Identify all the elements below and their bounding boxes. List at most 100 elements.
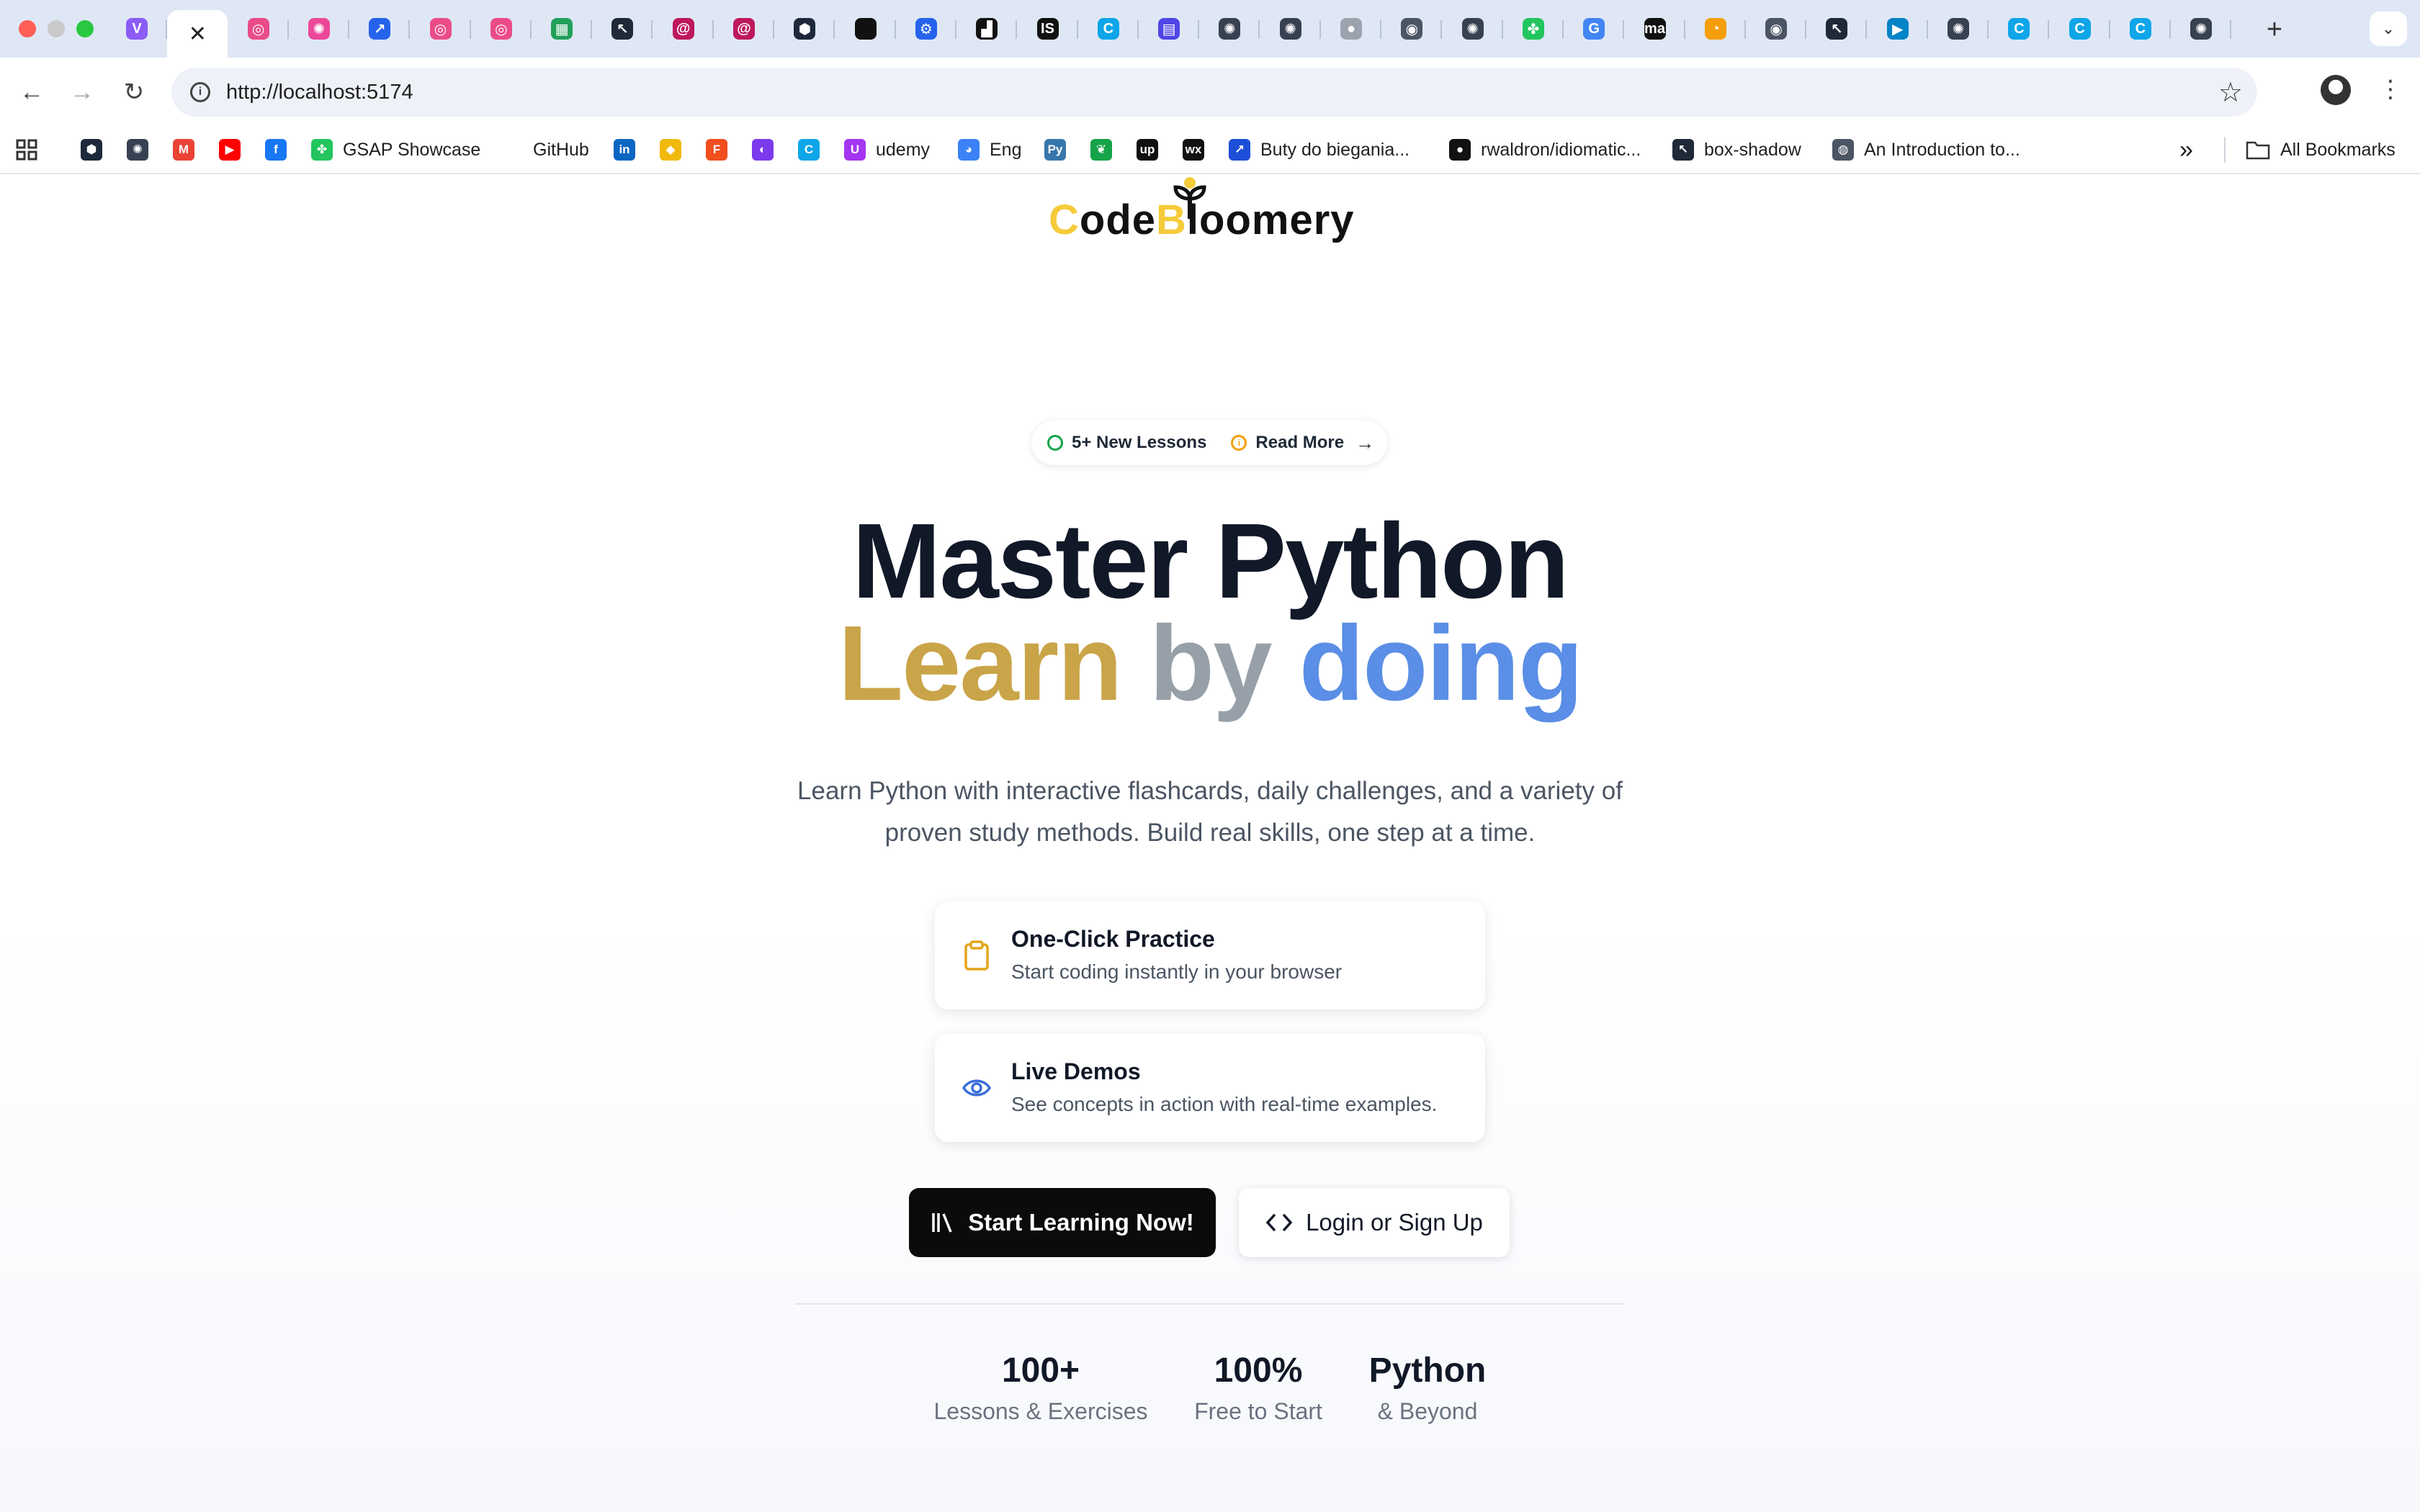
minimize-window-button[interactable] — [48, 20, 65, 37]
browser-tab[interactable]: ma — [1625, 10, 1685, 48]
browser-tab[interactable]: ◎ — [471, 10, 532, 48]
bookmark-item[interactable]: ● rwaldron/idiomatic... — [1449, 135, 1641, 164]
browser-tab[interactable]: ⬢ — [774, 10, 835, 48]
new-tab-button[interactable]: + — [2259, 14, 2290, 45]
arrow-right-icon: → — [1355, 431, 1375, 454]
bookmark-item[interactable]: wx — [1183, 135, 1204, 164]
browser-tab[interactable]: @ — [653, 10, 714, 48]
profile-avatar[interactable] — [2321, 75, 2351, 105]
bookmark-item[interactable]: ↖ box-shadow — [1672, 135, 1801, 164]
bookmark-item[interactable]: up — [1137, 135, 1158, 164]
close-icon[interactable]: ✕ — [189, 22, 207, 47]
browser-tab[interactable]: ▦ — [532, 10, 593, 48]
bookmark-item[interactable]: Py — [1044, 135, 1066, 164]
browser-tab[interactable]: C — [2110, 10, 2171, 48]
browser-tab[interactable]: ▶ — [1868, 10, 1928, 48]
browser-tab[interactable]: ◉ — [1381, 10, 1443, 48]
browser-tab[interactable]: ⚙ — [896, 10, 956, 48]
browser-tab[interactable]: ▟ — [956, 10, 1018, 48]
bookmark-item[interactable]: ◍ An Introduction to... — [1832, 135, 2020, 164]
hex-icon: ⬢ — [794, 18, 816, 40]
forward-button[interactable]: → — [66, 76, 98, 108]
bookmarks-overflow-button[interactable]: » — [2179, 135, 2193, 164]
browser-tab[interactable]: ↖ — [1806, 10, 1868, 48]
folder-icon — [2246, 141, 2270, 160]
browser-tab[interactable]: ✤ — [1503, 10, 1564, 48]
bookmark-item[interactable]: f — [265, 135, 287, 164]
bookmark-item[interactable]: F — [706, 135, 727, 164]
browser-tab[interactable]: ✺ — [1260, 10, 1321, 48]
bookmark-label: GitHub — [533, 139, 589, 160]
openai-icon: ✺ — [1279, 18, 1301, 40]
feature-card-practice[interactable]: One-Click Practice Start coding instantl… — [935, 901, 1485, 1009]
browser-tab[interactable]: ✺ — [2171, 10, 2232, 48]
browser-tab[interactable]: ↗ — [349, 10, 411, 48]
bookmark-item[interactable]: C — [798, 135, 820, 164]
bookmark-item[interactable]: ↗ Buty do biegania... — [1229, 135, 1410, 164]
browser-tab[interactable]: ✕ — [167, 10, 228, 58]
feature-card-demos[interactable]: Live Demos See concepts in action with r… — [935, 1034, 1485, 1142]
browser-tab[interactable]: ▤ — [1139, 10, 1200, 48]
browser-tab[interactable]: ● — [1321, 10, 1381, 48]
chrome-icon: ◉ — [1401, 18, 1423, 40]
login-signup-button[interactable]: Login or Sign Up — [1239, 1188, 1510, 1257]
shoe-icon: ↗ — [1229, 139, 1250, 161]
linkedin-icon: in — [614, 139, 635, 161]
gsap-icon: ✤ — [311, 139, 333, 161]
brand-logo[interactable]: CodeBloomery — [1049, 177, 1366, 249]
browser-tab[interactable]: ◉ — [1746, 10, 1807, 48]
browser-tab[interactable]: ◎ — [411, 10, 471, 48]
bookmark-item[interactable]: ✤ GSAP Showcase — [311, 135, 480, 164]
start-learning-button[interactable]: Start Learning Now! — [909, 1188, 1216, 1257]
browser-tab[interactable]: C — [1078, 10, 1139, 48]
close-window-button[interactable] — [19, 20, 36, 37]
url-text[interactable]: http://localhost:5174 — [226, 81, 413, 104]
bookmark-item[interactable]: ✺ — [127, 135, 148, 164]
openai-icon: ✺ — [1219, 18, 1241, 40]
bookmark-item[interactable]: ◆ — [660, 135, 681, 164]
read-more-link[interactable]: Read More — [1255, 433, 1344, 453]
up-icon: up — [1137, 139, 1158, 161]
browser-tab[interactable]: ↖ — [592, 10, 653, 48]
bookmark-item[interactable]: M — [173, 135, 194, 164]
bookmark-item[interactable]: Uudemy — [844, 135, 930, 164]
browser-tab[interactable]: C — [2050, 10, 2110, 48]
bookmark-star-icon[interactable]: ☆ — [2218, 76, 2243, 109]
browser-tab[interactable]: ◎ — [228, 10, 289, 48]
browser-tab[interactable]: ✺ — [1443, 10, 1503, 48]
browser-tab[interactable]: C — [1989, 10, 2050, 48]
maximize-window-button[interactable] — [76, 20, 94, 37]
bookmark-item[interactable]: ⬢ — [81, 135, 102, 164]
bookmark-item[interactable]: in — [614, 135, 635, 164]
tab-search-button[interactable]: ⌄ — [2370, 12, 2407, 46]
browser-tab[interactable]: G — [1564, 10, 1625, 48]
browser-tab[interactable]: ✺ — [1199, 10, 1260, 48]
openai-icon: ✺ — [2190, 18, 2213, 40]
browser-tab[interactable]: ◔ — [1685, 10, 1746, 48]
browser-tab[interactable]: V — [107, 10, 167, 48]
bookmark-item[interactable]: GitHub — [533, 135, 589, 164]
bookmark-item[interactable]: ◐ — [752, 135, 774, 164]
browser-tab[interactable]: ✺ — [289, 10, 349, 48]
tab-separator — [2230, 20, 2232, 39]
announcement-pill[interactable]: 5+ New Lessons i Read More → — [1031, 420, 1387, 465]
more-menu-icon[interactable]: ⋮ — [2378, 75, 2403, 104]
address-bar[interactable]: i http://localhost:5174 ☆ — [171, 68, 2257, 117]
dribbble-icon: ◎ — [490, 18, 512, 40]
bookmark-item[interactable]: ▶ — [219, 135, 241, 164]
edge-icon: C — [2069, 18, 2091, 40]
all-bookmarks-button[interactable]: All Bookmarks — [2246, 135, 2396, 164]
reload-button[interactable]: ↻ — [118, 76, 150, 108]
chrome-icon: ◉ — [1765, 18, 1788, 40]
browser-tab[interactable] — [835, 10, 896, 48]
info-icon[interactable]: i — [190, 82, 210, 102]
browser-tab[interactable]: ✺ — [1928, 10, 1989, 48]
bookmark-item[interactable]: ❦ — [1090, 135, 1112, 164]
browser-tab[interactable]: @ — [714, 10, 774, 48]
back-button[interactable]: ← — [16, 76, 48, 108]
bookmark-item[interactable]: ◕ Eng — [958, 135, 1021, 164]
eye-icon — [962, 1079, 991, 1097]
stat-value: Python — [1368, 1351, 1487, 1390]
apps-grid-icon[interactable] — [16, 135, 37, 164]
browser-tab[interactable]: IS — [1018, 10, 1078, 48]
